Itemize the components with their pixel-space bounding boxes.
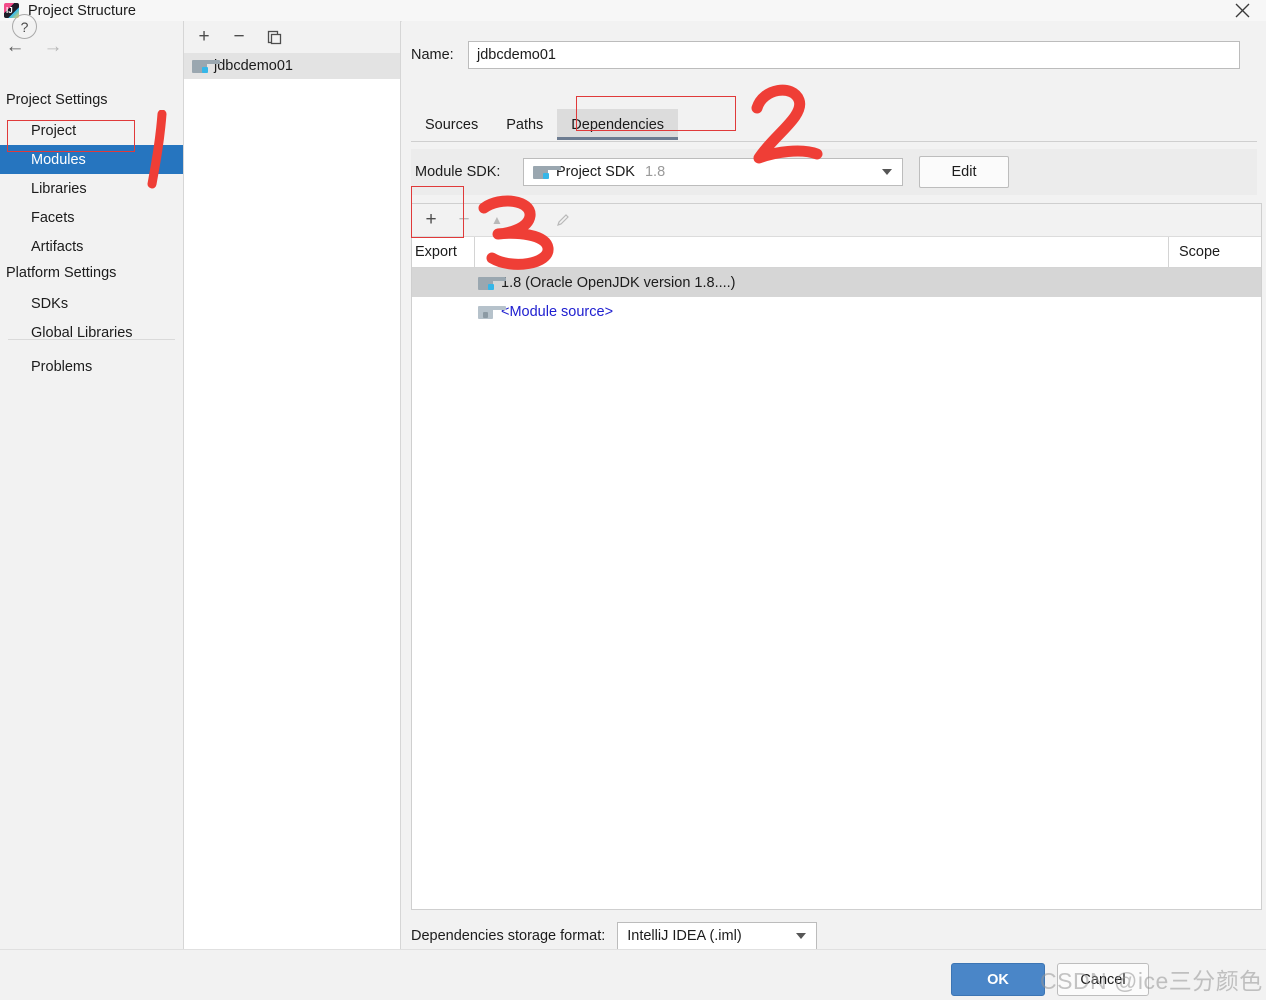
close-icon[interactable] (1228, 0, 1256, 21)
module-name-label: Name: (411, 47, 468, 63)
ok-label: OK (987, 972, 1009, 988)
move-up-icon[interactable]: ▲ (488, 211, 506, 229)
sidebar-item-label: Problems (31, 359, 92, 375)
module-name-value: jdbcdemo01 (477, 47, 556, 63)
move-down-icon[interactable]: ▼ (521, 211, 539, 229)
tab-sources[interactable]: Sources (411, 109, 492, 140)
edit-sdk-button[interactable]: Edit (919, 156, 1009, 188)
column-header-export[interactable]: Export (412, 244, 474, 260)
module-name-input[interactable]: jdbcdemo01 (468, 41, 1240, 69)
sdk-folder-icon (533, 165, 549, 179)
dependency-name: 1.8 (Oracle OpenJDK version 1.8....) (501, 275, 736, 291)
module-sdk-label: Module SDK: (415, 164, 523, 180)
dependency-name: <Module source> (501, 304, 613, 320)
module-sdk-select[interactable]: Project SDK 1.8 (523, 158, 903, 186)
sidebar-group-project-settings: Project Settings (6, 92, 108, 108)
sidebar-item-label: Libraries (31, 181, 87, 197)
dependency-row-sdk[interactable]: 1.8 (Oracle OpenJDK version 1.8....) (412, 268, 1261, 297)
tab-label: Sources (425, 117, 478, 133)
sidebar-divider (8, 339, 175, 340)
plus-icon[interactable]: + (195, 28, 213, 46)
arrow-left-icon[interactable]: ← (5, 37, 25, 56)
sidebar-item-facets[interactable]: Facets (0, 203, 183, 232)
sidebar-item-label: Modules (31, 152, 86, 168)
sidebar-item-libraries[interactable]: Libraries (0, 174, 183, 203)
sidebar-item-sdks[interactable]: SDKs (0, 289, 183, 318)
module-sdk-value: Project SDK (556, 164, 635, 180)
module-list-item-label: jdbcdemo01 (214, 58, 293, 74)
sdk-folder-icon (478, 276, 494, 290)
project-structure-dialog: Project Structure ← → Project Settings P… (0, 0, 1266, 999)
title-bar: Project Structure (0, 0, 1266, 22)
sidebar-item-modules[interactable]: Modules (0, 145, 183, 174)
dependencies-storage-value: IntelliJ IDEA (.iml) (627, 928, 741, 944)
chevron-down-icon (796, 933, 806, 939)
dependencies-toolbar: + − ▲ ▼ (412, 204, 1261, 237)
module-tabs: Sources Paths Dependencies (411, 109, 1257, 142)
sidebar-item-label: Facets (31, 210, 75, 226)
column-header-scope[interactable]: Scope (1168, 237, 1261, 267)
watermark: CSDN @ice三分颜色 (1040, 962, 1263, 996)
question-mark-icon[interactable]: ? (12, 14, 37, 39)
sidebar-item-problems[interactable]: Problems (0, 352, 183, 381)
sidebar-item-global-libraries[interactable]: Global Libraries (0, 318, 183, 347)
window-title: Project Structure (28, 3, 136, 19)
sidebar-item-label: Artifacts (31, 239, 83, 255)
tab-paths[interactable]: Paths (492, 109, 557, 140)
tab-label: Dependencies (571, 117, 664, 133)
dependencies-storage-row: Dependencies storage format: IntelliJ ID… (411, 920, 1257, 952)
modules-list-panel: + − jdbcdemo01 (184, 21, 401, 949)
module-folder-icon (192, 59, 208, 73)
minus-icon[interactable]: − (455, 211, 473, 229)
dependencies-header-row: Export Scope (412, 237, 1261, 268)
dependencies-storage-select[interactable]: IntelliJ IDEA (.iml) (617, 922, 817, 950)
sidebar-item-artifacts[interactable]: Artifacts (0, 232, 183, 261)
edit-sdk-label: Edit (952, 164, 977, 180)
arrow-right-icon[interactable]: → (43, 37, 63, 56)
module-sdk-version: 1.8 (645, 164, 665, 180)
copy-icon[interactable] (265, 28, 283, 46)
module-sdk-row: Module SDK: Project SDK 1.8 Edit (411, 149, 1257, 195)
chevron-down-icon (882, 169, 892, 175)
sidebar-item-label: SDKs (31, 296, 68, 312)
edit-pencil-icon[interactable] (554, 211, 572, 229)
sidebar-item-label: Project (31, 123, 76, 139)
sidebar-item-project[interactable]: Project (0, 116, 183, 145)
sidebar-group-platform-settings: Platform Settings (6, 265, 116, 281)
module-detail-pane: Name: jdbcdemo01 Sources Paths Dependenc… (402, 21, 1266, 949)
modules-toolbar: + − (184, 21, 400, 53)
module-name-row: Name: jdbcdemo01 (411, 40, 1257, 70)
dependencies-storage-label: Dependencies storage format: (411, 928, 605, 944)
dependencies-table: + − ▲ ▼ Export Scope 1.8 (Oracl (411, 203, 1262, 910)
module-source-icon (478, 305, 494, 319)
dependency-row-module-source[interactable]: <Module source> (412, 297, 1261, 326)
ok-button[interactable]: OK (951, 963, 1045, 996)
module-list-item-jdbcdemo01[interactable]: jdbcdemo01 (184, 53, 400, 79)
tab-dependencies[interactable]: Dependencies (557, 109, 678, 140)
minus-icon[interactable]: − (230, 28, 248, 46)
plus-icon[interactable]: + (422, 211, 440, 229)
settings-sidebar: ← → Project Settings Project Modules Lib… (0, 21, 184, 949)
tab-label: Paths (506, 117, 543, 133)
column-header-name (474, 237, 1168, 267)
